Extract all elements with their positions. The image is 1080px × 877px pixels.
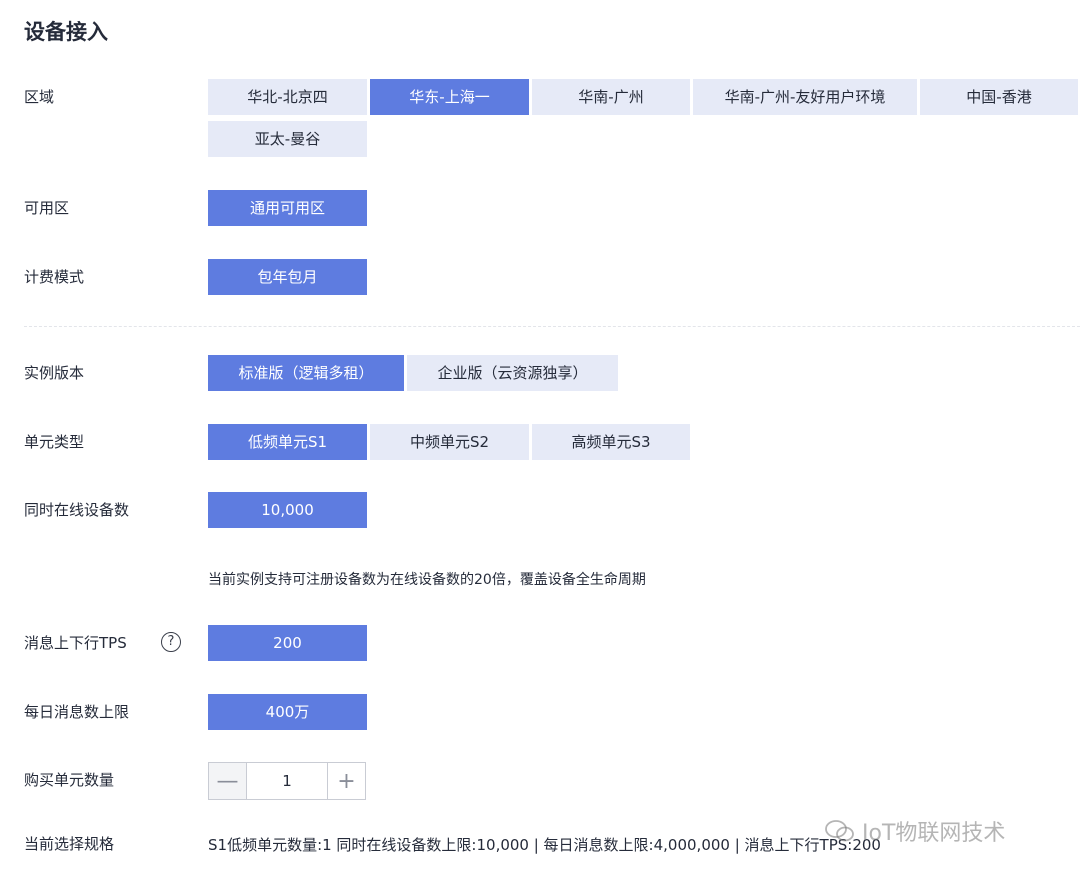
unit-type-option-s3[interactable]: 高频单元S3: [532, 424, 690, 460]
region-option-bangkok[interactable]: 亚太-曼谷: [208, 121, 367, 157]
edition-label: 实例版本: [24, 364, 85, 382]
increment-button[interactable]: +: [327, 763, 365, 799]
quantity-stepper: — 1 +: [208, 762, 366, 800]
tps-label: 消息上下行TPS: [24, 634, 127, 652]
region-label: 区域: [24, 88, 55, 106]
online-devices-option-10000[interactable]: 10,000: [208, 492, 367, 528]
edition-option-standard[interactable]: 标准版（逻辑多租）: [208, 355, 404, 391]
spec-summary: S1低频单元数量:1 同时在线设备数上限:10,000 | 每日消息数上限:4,…: [208, 836, 881, 854]
wechat-icon: [824, 819, 856, 843]
online-devices-note: 当前实例支持可注册设备数为在线设备数的20倍，覆盖设备全生命周期: [208, 572, 646, 588]
online-devices-label: 同时在线设备数: [24, 501, 130, 519]
decrement-button[interactable]: —: [209, 763, 247, 799]
tps-option-200[interactable]: 200: [208, 625, 367, 661]
edition-option-enterprise[interactable]: 企业版（云资源独享）: [407, 355, 618, 391]
region-option-guangzhou[interactable]: 华南-广州: [532, 79, 690, 115]
plus-icon: +: [337, 768, 356, 794]
page-title: 设备接入: [24, 20, 108, 44]
unit-type-option-s1[interactable]: 低频单元S1: [208, 424, 367, 460]
watermark: IoT物联网技术: [824, 815, 1005, 847]
quantity-label: 购买单元数量: [24, 771, 115, 789]
minus-icon: —: [216, 768, 239, 794]
watermark-text: IoT物联网技术: [862, 821, 1006, 846]
region-option-hongkong[interactable]: 中国-香港: [920, 79, 1078, 115]
quantity-input[interactable]: 1: [247, 763, 327, 799]
region-option-beijing4[interactable]: 华北-北京四: [208, 79, 367, 115]
region-option-shanghai1[interactable]: 华东-上海一: [370, 79, 529, 115]
unit-type-option-s2[interactable]: 中频单元S2: [370, 424, 529, 460]
zone-option-general[interactable]: 通用可用区: [208, 190, 367, 226]
unit-type-label: 单元类型: [24, 433, 85, 451]
help-icon[interactable]: ?: [161, 632, 181, 652]
billing-option-yearly-monthly[interactable]: 包年包月: [208, 259, 367, 295]
daily-messages-option-4m[interactable]: 400万: [208, 694, 367, 730]
region-option-guangzhou-friendly[interactable]: 华南-广州-友好用户环境: [693, 79, 917, 115]
billing-label: 计费模式: [24, 268, 85, 286]
daily-messages-label: 每日消息数上限: [24, 703, 130, 721]
section-divider: [24, 326, 1080, 327]
spec-label: 当前选择规格: [24, 835, 115, 853]
zone-label: 可用区: [24, 199, 70, 217]
